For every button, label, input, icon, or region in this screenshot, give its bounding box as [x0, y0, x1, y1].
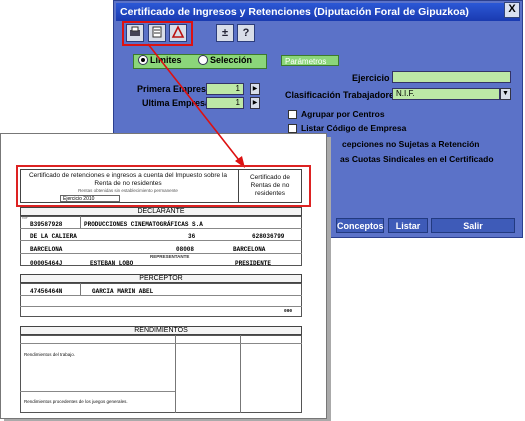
declarante-number: 36	[188, 233, 196, 240]
declarante-phone: 628036799	[252, 233, 285, 240]
declarante-name: PRODUCCIONES CINEMATOGRÁFICAS S.A	[84, 221, 203, 228]
representante-name: ESTEBAN LOBO	[90, 260, 134, 267]
representante-nif: 00005464J	[30, 260, 63, 267]
declarante-city: BARCELONA	[30, 246, 63, 253]
divider	[20, 240, 302, 241]
declarante-title: DECLARANTE	[20, 207, 302, 216]
divider	[20, 343, 302, 344]
representante-role: PRESIDENTE	[235, 260, 272, 267]
divider	[20, 228, 302, 229]
divider	[80, 216, 81, 228]
divider	[175, 335, 176, 413]
declarante-cp: 08008	[176, 246, 195, 253]
rend-text-2: Rendimientos procedentes de los juegos g…	[24, 399, 128, 404]
declarante-street: DE LA CALIERA	[30, 233, 77, 240]
header-highlight	[16, 165, 311, 207]
divider	[20, 391, 175, 392]
divider	[240, 335, 241, 413]
perceptor-code: 000	[284, 309, 293, 314]
rendimientos-title: RENDIMIENTOS	[20, 326, 302, 335]
representante-caption: REPRESENTANTE	[150, 254, 190, 259]
divider	[20, 306, 302, 307]
declarante-nif: B39587928	[30, 221, 63, 228]
perceptor-nif: 47456464N	[30, 288, 63, 295]
perceptor-name: GARCIA MARIN ABEL	[92, 288, 154, 295]
divider	[20, 295, 302, 296]
nif-caption: NIF	[22, 216, 29, 220]
perceptor-title: PERCEPTOR	[20, 274, 302, 283]
rend-text-1: Rendimientos del trabajo.	[24, 352, 76, 357]
declarante-province: BARCELONA	[233, 246, 266, 253]
divider	[80, 283, 81, 295]
